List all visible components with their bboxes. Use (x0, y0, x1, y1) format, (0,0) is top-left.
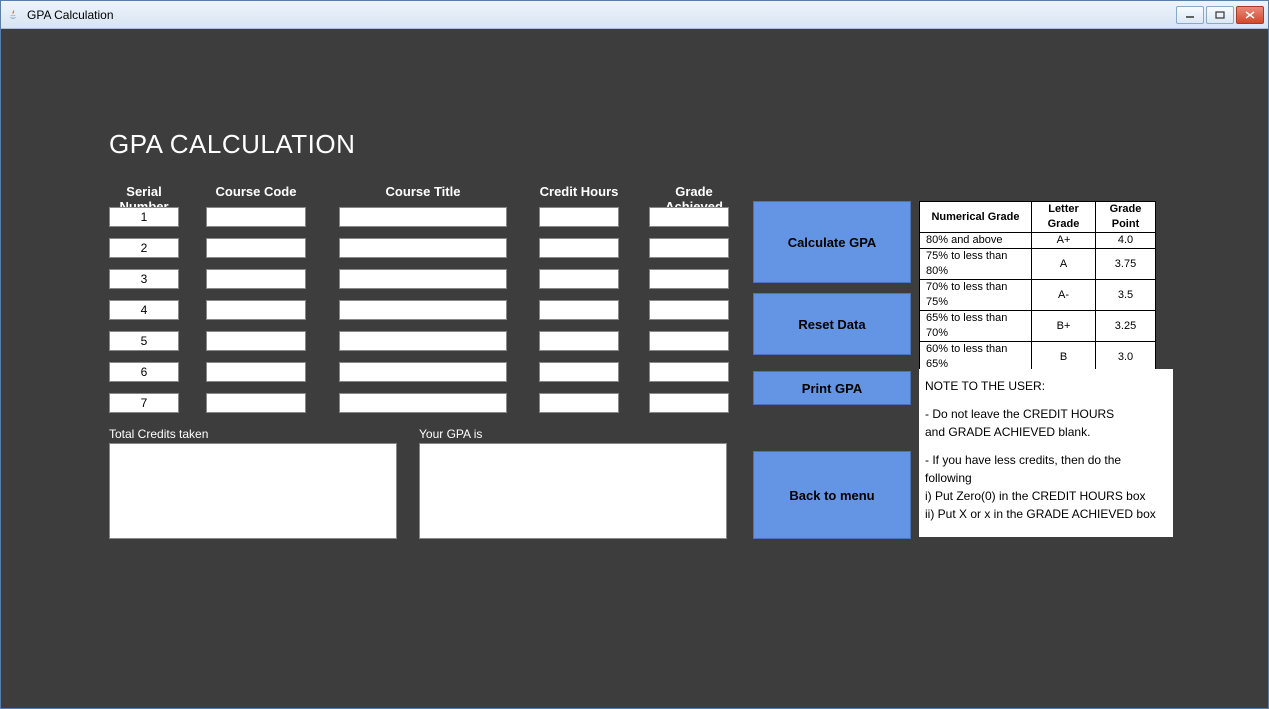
gradetable-cell-numerical: 80% and above (920, 233, 1032, 249)
gradetable-row: 70% to less than 75%A-3.5 (920, 280, 1156, 311)
course-code-field[interactable] (206, 393, 306, 413)
print-gpa-button[interactable]: Print GPA (753, 371, 911, 405)
header-title: Course Title (339, 184, 507, 199)
course-code-field[interactable] (206, 300, 306, 320)
total-credits-label: Total Credits taken (109, 427, 208, 441)
note-line: and GRADE ACHIEVED blank. (925, 423, 1167, 441)
note-line: i) Put Zero(0) in the CREDIT HOURS box (925, 487, 1167, 505)
course-code-field[interactable] (206, 238, 306, 258)
window-controls (1176, 6, 1264, 24)
header-credit: Credit Hours (539, 184, 619, 199)
gradetable-cell-point: 4.0 (1096, 233, 1156, 249)
note-line: ii) Put X or x in the GRADE ACHIEVED box (925, 505, 1167, 523)
gradetable-cell-numerical: 70% to less than 75% (920, 280, 1032, 311)
grade-achieved-field[interactable] (649, 238, 729, 258)
gradetable-cell-numerical: 60% to less than 65% (920, 342, 1032, 373)
minimize-button[interactable] (1176, 6, 1204, 24)
course-title-field[interactable] (339, 238, 507, 258)
grade-achieved-field[interactable] (649, 362, 729, 382)
gradetable-row: 75% to less than 80%A3.75 (920, 249, 1156, 280)
back-to-menu-button[interactable]: Back to menu (753, 451, 911, 539)
titlebar[interactable]: GPA Calculation (1, 1, 1268, 29)
gradetable-cell-numerical: 75% to less than 80% (920, 249, 1032, 280)
credit-hours-field[interactable] (539, 300, 619, 320)
course-code-field[interactable] (206, 269, 306, 289)
close-button[interactable] (1236, 6, 1264, 24)
gradetable-header-letter: Letter Grade (1032, 202, 1096, 233)
grade-achieved-field[interactable] (649, 393, 729, 413)
java-icon (5, 7, 21, 23)
calculate-gpa-button[interactable]: Calculate GPA (753, 201, 911, 283)
gradetable-cell-point: 3.75 (1096, 249, 1156, 280)
serial-number-field[interactable] (109, 207, 179, 227)
credit-hours-field[interactable] (539, 269, 619, 289)
gradetable-header-numerical: Numerical Grade (920, 202, 1032, 233)
grade-achieved-field[interactable] (649, 269, 729, 289)
gradetable-header-point: Grade Point (1096, 202, 1156, 233)
course-code-field[interactable] (206, 362, 306, 382)
course-title-field[interactable] (339, 207, 507, 227)
gradetable-cell-numerical: 65% to less than 70% (920, 311, 1032, 342)
gradetable-cell-point: 3.25 (1096, 311, 1156, 342)
serial-number-field[interactable] (109, 393, 179, 413)
credit-hours-field[interactable] (539, 331, 619, 351)
grade-achieved-field[interactable] (649, 331, 729, 351)
gradetable-cell-letter: B+ (1032, 311, 1096, 342)
grade-achieved-field[interactable] (649, 207, 729, 227)
serial-number-field[interactable] (109, 238, 179, 258)
course-code-field[interactable] (206, 331, 306, 351)
header-code: Course Code (206, 184, 306, 199)
course-title-field[interactable] (339, 362, 507, 382)
gradetable-cell-letter: A- (1032, 280, 1096, 311)
course-title-field[interactable] (339, 300, 507, 320)
course-title-field[interactable] (339, 393, 507, 413)
total-credits-output[interactable] (109, 443, 397, 539)
serial-number-field[interactable] (109, 300, 179, 320)
note-line: - If you have less credits, then do the … (925, 451, 1167, 487)
content-panel: GPA CALCULATION Serial Number Course Cod… (1, 29, 1268, 708)
window-title: GPA Calculation (27, 8, 1176, 22)
serial-number-field[interactable] (109, 331, 179, 351)
note-line: - Do not leave the CREDIT HOURS (925, 405, 1167, 423)
gradetable-cell-letter: A+ (1032, 233, 1096, 249)
gradetable-cell-point: 3.5 (1096, 280, 1156, 311)
course-code-field[interactable] (206, 207, 306, 227)
gradetable-row: 80% and aboveA+4.0 (920, 233, 1156, 249)
user-note-box: NOTE TO THE USER: - Do not leave the CRE… (919, 369, 1173, 537)
credit-hours-field[interactable] (539, 207, 619, 227)
maximize-button[interactable] (1206, 6, 1234, 24)
serial-number-field[interactable] (109, 362, 179, 382)
grade-achieved-field[interactable] (649, 300, 729, 320)
your-gpa-output[interactable] (419, 443, 727, 539)
gradetable-cell-letter: A (1032, 249, 1096, 280)
credit-hours-field[interactable] (539, 238, 619, 258)
your-gpa-label: Your GPA is (419, 427, 482, 441)
credit-hours-field[interactable] (539, 362, 619, 382)
reset-data-button[interactable]: Reset Data (753, 293, 911, 355)
gradetable-row: 65% to less than 70%B+3.25 (920, 311, 1156, 342)
gradetable-row: 60% to less than 65%B3.0 (920, 342, 1156, 373)
serial-number-field[interactable] (109, 269, 179, 289)
page-title: GPA CALCULATION (109, 129, 355, 160)
credit-hours-field[interactable] (539, 393, 619, 413)
note-title: NOTE TO THE USER: (925, 377, 1167, 395)
course-title-field[interactable] (339, 331, 507, 351)
gradetable-cell-point: 3.0 (1096, 342, 1156, 373)
course-title-field[interactable] (339, 269, 507, 289)
gradetable-cell-letter: B (1032, 342, 1096, 373)
app-window: GPA Calculation GPA CALCULATION Serial N… (0, 0, 1269, 709)
